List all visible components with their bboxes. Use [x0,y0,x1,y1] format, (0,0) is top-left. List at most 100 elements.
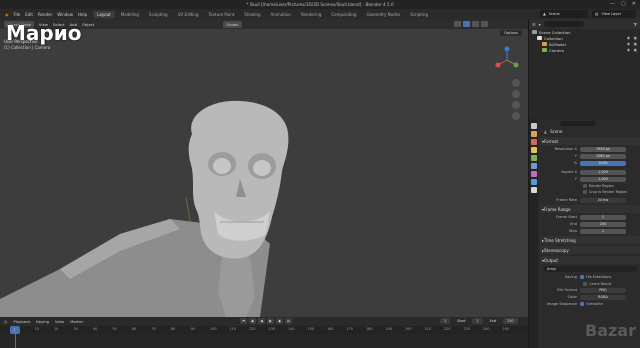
view-layer-selector[interactable]: ▤ View Layer [592,10,636,18]
camera-view-icon[interactable] [512,101,520,109]
filter-icon[interactable]: ⧩ [633,22,637,27]
options-button[interactable]: Options [500,30,522,36]
ruler-tick-label: 10 [34,327,39,331]
properties-tab-icon[interactable] [530,123,537,129]
tab-texture-paint[interactable]: Texture Paint [204,11,238,18]
start-frame-field[interactable]: 1 [472,318,483,324]
properties-tab-icon[interactable] [530,187,537,193]
properties-search-input[interactable] [560,120,596,126]
solid-shading-button[interactable] [463,21,470,27]
jump-start-icon[interactable]: ⏮ [240,318,247,324]
output-section[interactable]: ▾ Output [540,256,640,264]
tab-scripting[interactable]: Scripting [406,11,432,18]
menu-render[interactable]: Render [38,12,52,17]
properties-tab-icon[interactable] [530,131,537,137]
tab-sculpting[interactable]: Sculpting [145,11,172,18]
navigation-gizmo[interactable] [492,45,522,75]
material-shading-button[interactable] [472,21,479,27]
crop-box[interactable] [583,189,587,194]
render-region-checkbox[interactable]: Render Region [540,183,640,188]
perspective-toggle-icon[interactable] [512,112,520,120]
timeline-body[interactable] [0,334,528,348]
transform-orientation[interactable]: Global [223,20,242,28]
resolution-percent-field[interactable]: 100% [580,160,626,166]
tab-uv-editing[interactable]: UV Editing [174,11,203,18]
tab-rendering[interactable]: Rendering [297,11,325,18]
display-mode-icon[interactable]: ▾ [539,22,541,27]
menu-help[interactable]: Help [78,12,87,17]
play-reverse-icon[interactable]: ◀ [258,318,265,324]
keying-menu[interactable]: Keying [36,319,49,324]
blender-logo-icon[interactable]: ◉ [5,12,9,17]
timeline-editor-icon[interactable]: ◷ [4,319,7,324]
tab-animation[interactable]: Animation [267,11,295,18]
current-frame-field[interactable]: 1 [440,318,451,324]
end-frame-field[interactable]: 250 [503,318,518,324]
scene-selector[interactable]: ▲ Scene [540,10,588,18]
frame-end-field[interactable]: 250 [580,221,626,227]
properties-tab-icon[interactable] [530,179,537,185]
outliner-search-input[interactable] [543,21,584,27]
visibility-eye-icon[interactable]: ◉ [627,42,630,46]
visibility-eye-icon[interactable]: ◉ [627,48,630,52]
playback-menu[interactable]: Playback [13,319,30,324]
resolution-y-field[interactable]: 1080 px [580,153,626,159]
tab-shading[interactable]: Shading [240,11,264,18]
maximize-button[interactable]: ▢ [621,2,626,7]
file-format-select[interactable]: PNG [580,287,626,293]
wireframe-shading-button[interactable] [454,21,461,27]
frame-step-field[interactable]: 1 [580,228,626,234]
view-menu-timeline[interactable]: View [55,319,64,324]
frame-start-field[interactable]: 1 [580,214,626,220]
prev-key-icon[interactable]: ◆ [249,318,256,324]
menu-edit[interactable]: Edit [25,12,33,17]
aspect-y-field[interactable]: 1.000 [580,176,626,182]
next-key-icon[interactable]: ◆ [276,318,283,324]
resolution-x-field[interactable]: 1920 px [580,146,626,152]
outliner-row[interactable]: Camera ◉ ▣ [529,47,640,53]
color-mode-select[interactable]: RGBA [580,294,626,300]
render-region-box[interactable] [583,183,587,188]
object-menu[interactable]: Object [82,22,94,27]
properties-tab-icon[interactable] [530,163,537,169]
time-stretching-section[interactable]: ▸ Time Stretching [540,236,640,244]
menu-window[interactable]: Window [57,12,73,17]
render-camera-icon[interactable]: ▣ [634,42,637,46]
ruler-tick-label: 250 [502,327,509,331]
frame-range-section[interactable]: ▾ Frame Range [540,205,640,213]
timeline-ruler[interactable]: 1 10203040506070809010011012013014015016… [0,326,528,334]
tab-compositing[interactable]: Compositing [327,11,360,18]
properties-tab-icon[interactable] [530,139,537,145]
menu-file[interactable]: File [14,12,21,17]
cache-result-checkbox[interactable]: Cache Result [540,281,640,286]
aspect-x-field[interactable]: 1.000 [580,169,626,175]
render-camera-icon[interactable]: ▣ [634,48,637,52]
minimize-button[interactable]: — [610,2,615,7]
play-icon[interactable]: ▶ [267,318,274,324]
properties-tab-icon[interactable] [530,155,537,161]
jump-end-icon[interactable]: ⏭ [285,318,292,324]
cache-result-box[interactable] [583,281,587,286]
render-camera-icon[interactable]: ▣ [634,36,637,40]
tab-modeling[interactable]: Modeling [117,11,143,18]
properties-tab-icon[interactable] [530,147,537,153]
tab-layout[interactable]: Layout [93,10,115,18]
format-section[interactable]: ▾ Format [540,137,640,145]
playhead[interactable] [15,326,16,348]
close-button[interactable]: ✕ [632,2,636,7]
marker-menu[interactable]: Marker [70,319,83,324]
output-path-field[interactable]: /tmp/ [544,266,637,272]
rendered-shading-button[interactable] [481,21,488,27]
tab-geometry-nodes[interactable]: Geometry Nodes [362,11,404,18]
outliner-editor-icon[interactable]: ☰ [532,22,536,27]
pan-icon[interactable] [512,90,520,98]
visibility-eye-icon[interactable]: ◉ [627,36,630,40]
3d-viewport[interactable]: Object Mode View Select Add Object Globa… [0,19,528,317]
overwrite-box[interactable] [580,302,584,306]
zoom-icon[interactable] [512,79,520,87]
file-extensions-box[interactable] [580,275,584,279]
crop-checkbox[interactable]: Crop to Render Region [540,189,640,194]
stereoscopy-section[interactable]: ▸ Stereoscopy [540,246,640,254]
frame-rate-select[interactable]: 24 fps [580,197,626,203]
properties-tab-icon[interactable] [530,171,537,177]
